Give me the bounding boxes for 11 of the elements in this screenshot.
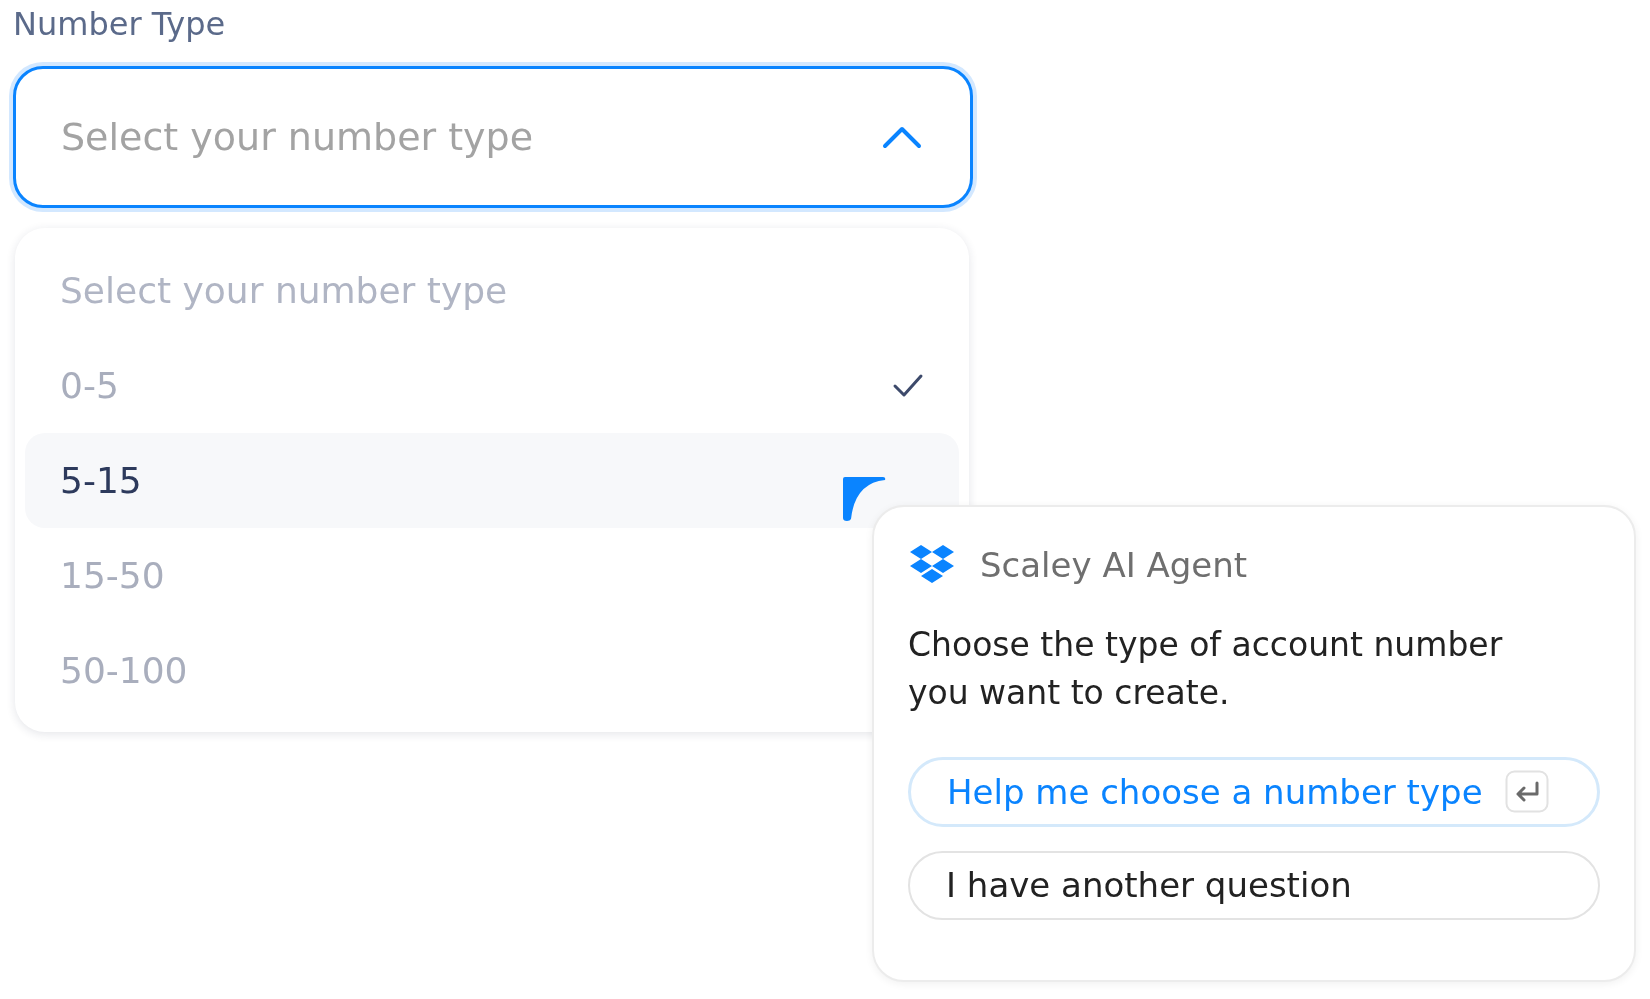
return-key-icon [1505, 769, 1549, 814]
agent-message: Choose the type of account number you want to create. [908, 624, 1504, 714]
dropdown-option[interactable]: 5-15 [25, 433, 959, 528]
field-label: Number Type [13, 4, 227, 45]
suggestion-button[interactable]: Help me choose a number type [908, 757, 1600, 827]
corner-shape-icon [841, 475, 887, 521]
chevron-icon [882, 125, 922, 149]
suggestion-button[interactable]: I have another question [908, 850, 1600, 920]
placeholder-option: Select your number type [25, 242, 959, 338]
agent-name: Scaley AI Agent [980, 545, 1248, 585]
dropdown-option[interactable]: 0-5 [25, 338, 959, 433]
